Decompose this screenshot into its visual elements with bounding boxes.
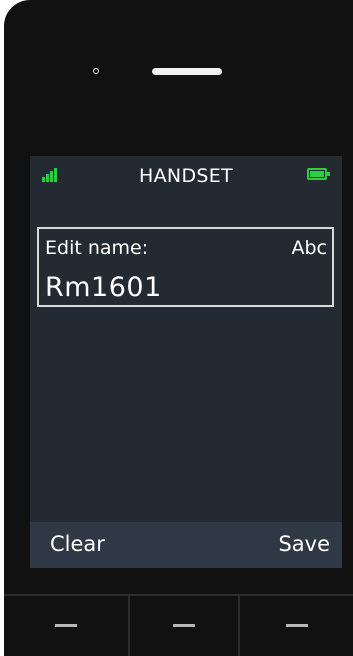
right-softkey-button[interactable] [240, 596, 353, 656]
phone-handset: HANDSET Edit name: Abc Rm1601 Clear Save [4, 0, 353, 656]
name-edit-field[interactable]: Edit name: Abc Rm1601 [37, 227, 334, 307]
display-screen: HANDSET Edit name: Abc Rm1601 Clear Save [30, 156, 342, 568]
earpiece-speaker [152, 68, 222, 75]
softkey-bar: Clear Save [30, 522, 342, 568]
status-bar: HANDSET [30, 156, 342, 196]
left-softkey-dash-icon [55, 624, 77, 627]
center-key-button[interactable] [130, 596, 238, 656]
name-input-value[interactable]: Rm1601 [45, 272, 162, 303]
camera-lens-icon [93, 68, 99, 74]
save-softkey[interactable]: Save [278, 532, 330, 556]
center-key-dash-icon [173, 624, 195, 627]
input-mode-indicator: Abc [291, 237, 327, 259]
clear-softkey[interactable]: Clear [50, 532, 105, 556]
edit-name-label: Edit name: [45, 237, 149, 259]
battery-full-icon [307, 168, 330, 180]
screen-title: HANDSET [139, 165, 233, 187]
left-softkey-button[interactable] [4, 596, 128, 656]
right-softkey-dash-icon [285, 624, 308, 627]
